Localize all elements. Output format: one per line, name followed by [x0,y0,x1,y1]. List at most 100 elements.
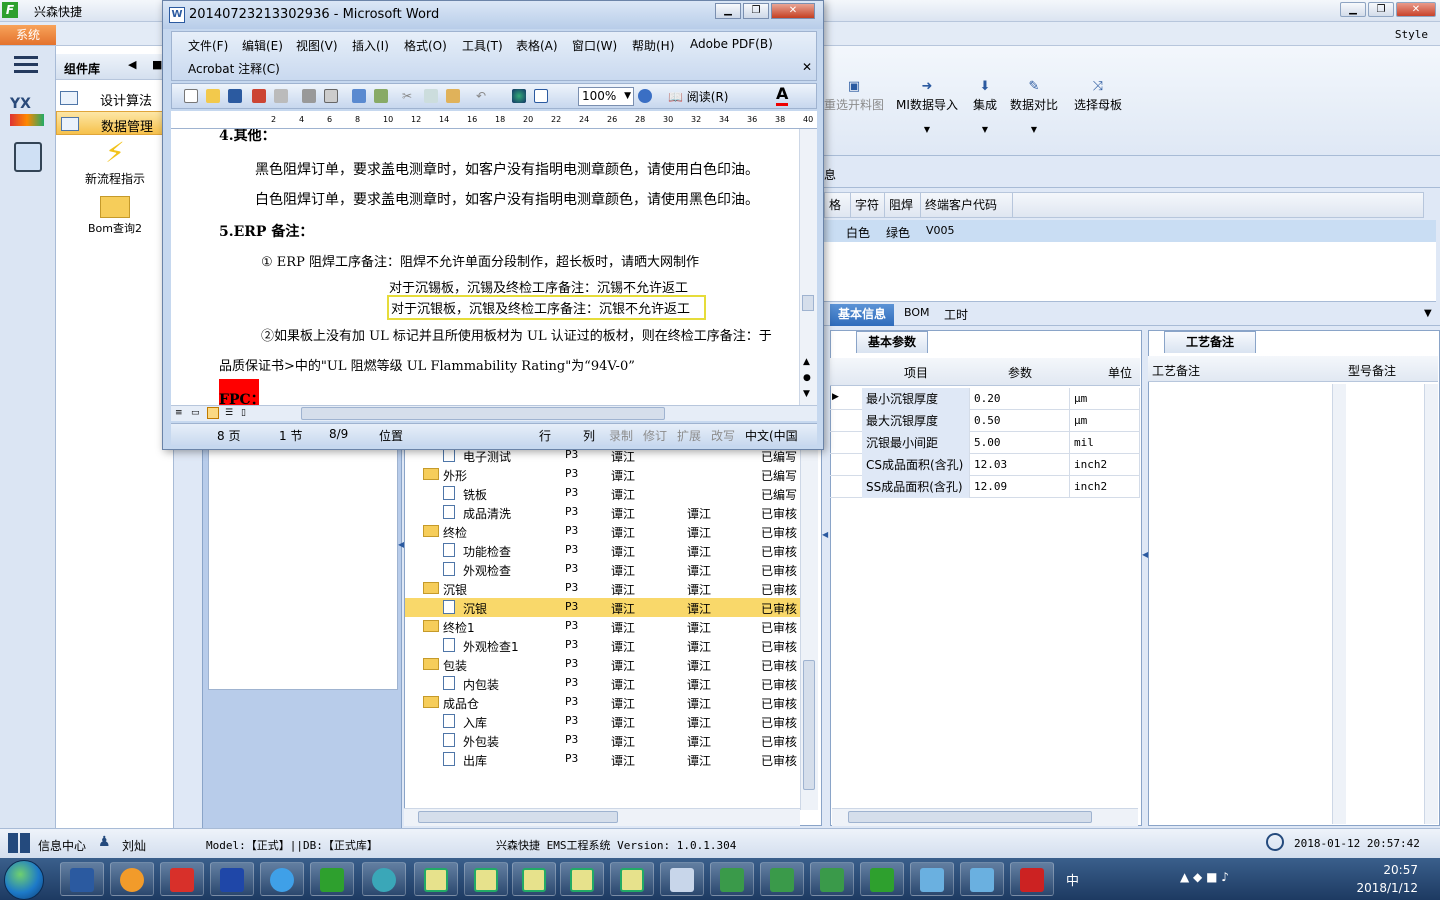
word-ruler[interactable]: 2 4 6 8 10 12 14 16 18 20 22 24 26 28 30 32 34 36 38 40 [171,111,817,129]
read-mode-button[interactable]: 📖 阅读(R) [668,88,728,105]
taskbar-save-app[interactable] [210,862,254,896]
collapse-left-icon[interactable]: ◀ [128,58,136,71]
tree-vertical-scrollbar[interactable] [800,440,818,810]
taskbar-image-app[interactable] [960,862,1004,896]
windows-grid-icon[interactable] [8,833,30,853]
word-menu-item[interactable]: 工具(T) [462,37,503,54]
taskbar-image-app[interactable] [910,862,954,896]
prev-page-icon[interactable]: ▲ [803,357,810,367]
taskbar-excel-app[interactable] [414,862,458,896]
data-compare-button[interactable]: ✎ 数据对比 ▼ [1008,80,1060,135]
outline-view-icon[interactable]: ☰ [225,408,233,418]
word-menu-item[interactable]: 窗口(W) [572,37,617,54]
tab-basic-params[interactable]: 基本参数 [856,331,928,353]
print-preview-icon[interactable] [324,89,338,103]
browse-object-icon[interactable]: ● [803,373,811,383]
minimize-button[interactable]: ▁ [1340,2,1366,17]
tabs-dropdown-icon[interactable]: ▼ [1424,308,1432,319]
menu-hamburger-icon[interactable] [14,56,38,74]
param-col-header[interactable]: 参数 [1008,364,1032,381]
new-doc-icon[interactable] [184,89,198,103]
email-icon[interactable] [274,89,288,103]
select-mother-board-button[interactable]: ⤨ 选择母板 [1072,80,1124,113]
word-menu-item[interactable]: 表格(A) [516,37,558,54]
next-page-icon[interactable]: ▼ [803,389,810,399]
system-tab[interactable]: 系统 [0,25,56,45]
ime-indicator[interactable]: 中 [1066,870,1079,889]
param-row[interactable]: 沉银最小间距 5.00 mil [830,432,1140,454]
word-menu-item[interactable]: 插入(I) [352,37,389,54]
taskbar-doc-app[interactable] [660,862,704,896]
tree-horizontal-scrollbar[interactable] [404,808,800,826]
tree-row[interactable]: 外观检查1 P3 谭江 谭江 已审核 [405,636,801,655]
reselect-cutting-button[interactable]: ▣ 重选开料图 [824,80,884,113]
process-col-header[interactable]: 工艺备注 [1152,362,1200,379]
grid-row[interactable]: 白色 绿色 V005 [824,220,1436,242]
taskbar-excel-app[interactable] [560,862,604,896]
help-icon[interactable] [638,89,652,103]
normal-view-icon[interactable]: ≡ [175,408,183,418]
calculator-icon[interactable] [14,142,42,172]
taskbar-ems-app[interactable] [310,862,354,896]
taskbar-eye-app[interactable] [362,862,406,896]
param-row[interactable]: 最小沉银厚度 0.20 μm [830,388,1140,410]
print-icon[interactable] [302,89,316,103]
splitter-arrow-icon[interactable]: ◀ [822,530,828,539]
param-row[interactable]: CS成品面积(含孔) 12.03 inch2 [830,454,1140,476]
web-view-icon[interactable]: ▭ [191,408,200,418]
hyperlink-icon[interactable] [512,89,526,103]
style-menu[interactable]: Style [1395,28,1428,41]
tree-row[interactable]: 终检 P3 谭江 谭江 已审核 [405,522,801,541]
mi-import-button[interactable]: ➜ MI数据导入 ▼ [894,80,960,135]
menubar-close-icon[interactable]: ✕ [802,60,812,74]
status-record[interactable]: 录制 [609,427,633,444]
param-value-cell[interactable]: 0.20 [970,388,1070,410]
taskbar-word-app[interactable] [60,862,104,896]
tree-row[interactable]: 外观检查 P3 谭江 谭江 已审核 [405,560,801,579]
new-process-button[interactable]: ⚡ 新流程指示 [56,138,174,187]
taskbar-ems-app[interactable] [860,862,904,896]
word-maximize-button[interactable]: ❐ [743,3,769,19]
tree-row[interactable]: 包装 P3 谭江 谭江 已审核 [405,655,801,674]
nav-item-data-management[interactable]: 数据管理 [56,111,174,135]
tab-process-note[interactable]: 工艺备注 [1164,331,1256,353]
print-view-icon[interactable] [207,407,219,419]
table-icon[interactable] [534,89,548,103]
reading-view-icon[interactable]: ▯ [241,408,246,418]
status-extend[interactable]: 扩展 [677,427,701,444]
paste-icon[interactable] [446,89,460,103]
param-row[interactable]: 最大沉银厚度 0.50 μm [830,410,1140,432]
taskbar-shell-app[interactable] [110,862,154,896]
tree-row[interactable]: 出库 P3 谭江 谭江 已审核 [405,750,801,769]
splitter[interactable] [176,440,200,830]
word-menu-item[interactable]: 编辑(E) [242,37,283,54]
undo-icon[interactable]: ↶ [476,89,490,103]
param-col-header[interactable]: 项目 [904,364,928,381]
tree-row[interactable]: 成品仓 P3 谭江 谭江 已审核 [405,693,801,712]
word-menu-item[interactable]: 视图(V) [296,37,338,54]
bom-query-button[interactable]: Bom查询2 [56,196,174,236]
font-color-icon[interactable]: A [776,85,789,106]
integrate-button[interactable]: ⬇ 集成 ▼ [968,80,1002,135]
taskbar-red-app[interactable] [160,862,204,896]
spelling-icon[interactable] [352,89,366,103]
word-vertical-scrollbar[interactable]: ▲ ● ▼ [799,129,817,405]
word-close-button[interactable]: ✕ [771,3,815,19]
tree-row[interactable]: 外形 P3 谭江 已编写 [405,465,801,484]
cut-icon[interactable]: ✂ [402,89,416,103]
param-value-cell[interactable]: 12.09 [970,476,1070,498]
taskbar-excel-file[interactable] [810,862,854,896]
param-horizontal-scrollbar[interactable] [832,808,1138,826]
taskbar-excel-app[interactable] [512,862,556,896]
copy-icon[interactable] [424,89,438,103]
tree-row[interactable]: 沉银 P3 谭江 谭江 已审核 [405,598,801,617]
status-overwrite[interactable]: 改写 [711,427,735,444]
process-col-header[interactable]: 型号备注 [1348,362,1396,379]
taskbar-excel-file[interactable] [760,862,804,896]
tree-row[interactable]: 沉银 P3 谭江 谭江 已审核 [405,579,801,598]
param-value-cell[interactable]: 0.50 [970,410,1070,432]
word-menu-item[interactable]: 格式(O) [404,37,447,54]
splitter-arrow-icon[interactable]: ◀ [1142,550,1148,559]
tree-row[interactable]: 内包装 P3 谭江 谭江 已审核 [405,674,801,693]
tab-labor-hours[interactable]: 工时 [944,306,968,323]
